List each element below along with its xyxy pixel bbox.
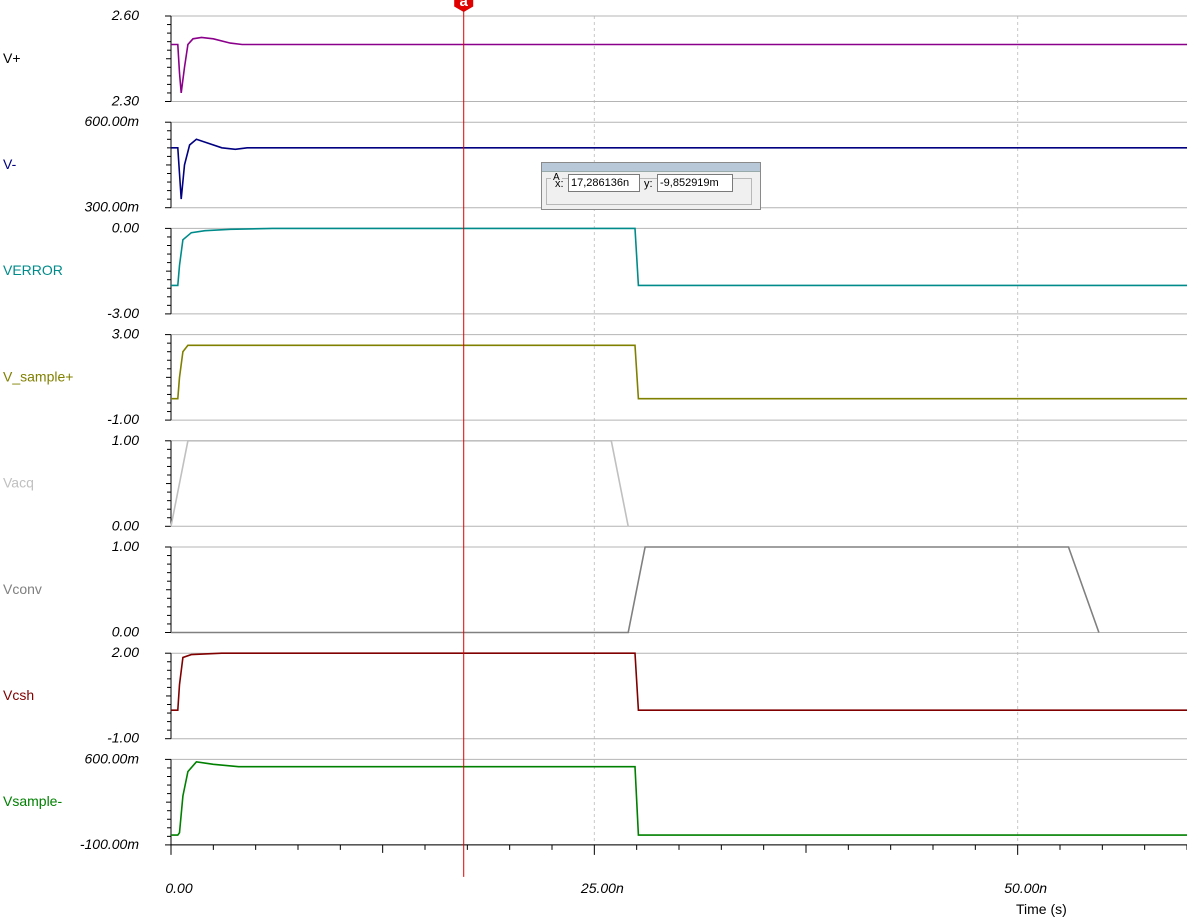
- cursor-readout-panel[interactable]: A x: y:: [541, 162, 761, 210]
- signal-label: V-: [3, 156, 17, 172]
- cursor-x-field[interactable]: [568, 174, 640, 192]
- signal-label: V_sample+: [3, 368, 73, 384]
- y-tick-label-top: 600.00m: [85, 113, 140, 129]
- y-tick-label-bottom: 2.30: [111, 93, 139, 109]
- y-tick-label-bottom: -100.00m: [80, 836, 139, 852]
- panel-Vacq: 1.00 0.00 Vacq: [3, 432, 1187, 533]
- trace-Vconv: [171, 546, 1100, 634]
- cursor-panel-titlebar[interactable]: [542, 163, 760, 172]
- x-tick-label: 50.00n: [1004, 880, 1047, 896]
- y-tick-label-bottom: -1.00: [107, 411, 139, 427]
- panels-layer: 2.60 2.30 V+ 600.00m 300.00m V- 0.00 -3.00 VERRO…: [3, 7, 1187, 852]
- y-tick-label-top: 0.00: [112, 219, 139, 235]
- x-axis: 0.00 25.00n 50.00n: [165, 844, 1187, 896]
- y-tick-label-top: 2.60: [111, 7, 139, 23]
- trace-Vacq: [170, 440, 629, 527]
- trace-VERROR: [171, 227, 1187, 287]
- signal-label: Vacq: [3, 475, 34, 491]
- cursor-x-label: x:: [555, 178, 564, 190]
- trace-V_sample+: [171, 344, 1187, 400]
- cursor-name: a: [460, 0, 469, 10]
- panel-Vsample-: 600.00m -100.00m Vsample-: [3, 750, 1187, 852]
- panel-VERROR: 0.00 -3.00 VERROR: [3, 219, 1187, 321]
- y-tick-label-top: 1.00: [112, 432, 139, 448]
- grid-layer: [593, 16, 1019, 845]
- signal-label: V+: [3, 50, 21, 66]
- y-tick-label-bottom: 300.00m: [85, 199, 140, 215]
- panel-Vcsh: 2.00 -1.00 Vcsh: [3, 644, 1187, 746]
- trace-Vsample-: [171, 760, 1187, 836]
- signal-label: Vsample-: [3, 793, 62, 809]
- panel-Vconv: 1.00 0.00 Vconv: [3, 538, 1187, 640]
- x-axis-title: Time (s): [1016, 901, 1067, 917]
- x-tick-label: 25.00n: [580, 880, 624, 896]
- cursor-layer: a: [454, 0, 474, 877]
- stacked-waveform-chart: 2.60 2.30 V+ 600.00m 300.00m V- 0.00 -3.00 VERRO…: [3, 0, 1187, 917]
- y-tick-label-bottom: -1.00: [107, 730, 139, 746]
- signal-label: Vconv: [3, 581, 42, 597]
- x-tick-label: 0.00: [165, 880, 192, 896]
- y-tick-label-bottom: 0.00: [112, 517, 139, 533]
- panel-V+: 2.60 2.30 V+: [3, 7, 1187, 109]
- y-tick-label-bottom: 0.00: [112, 624, 139, 640]
- y-tick-label-top: 3.00: [112, 326, 139, 342]
- cursor-y-label: y:: [644, 178, 653, 190]
- y-tick-label-top: 1.00: [112, 538, 139, 554]
- y-tick-label-top: 2.00: [111, 644, 139, 660]
- signal-label: VERROR: [3, 262, 63, 278]
- cursor-y-field[interactable]: [657, 174, 733, 192]
- y-tick-label-top: 600.00m: [85, 750, 140, 766]
- y-tick-label-bottom: -3.00: [107, 305, 139, 321]
- panel-V_sample+: 3.00 -1.00 V_sample+: [3, 326, 1187, 427]
- trace-V+: [171, 36, 1187, 94]
- trace-Vcsh: [171, 652, 1187, 711]
- signal-label: Vcsh: [3, 687, 34, 703]
